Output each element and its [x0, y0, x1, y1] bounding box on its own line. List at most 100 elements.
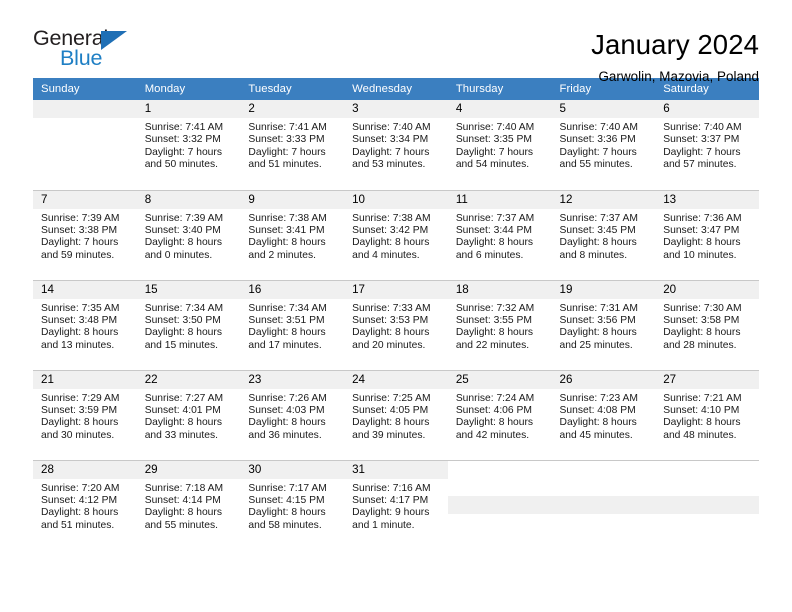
calendar-day-cell[interactable]: 28 Sunrise: 7:20 AM Sunset: 4:12 PM Dayligh… [33, 459, 137, 550]
calendar-day-cell[interactable]: 7 Sunrise: 7:39 AM Sunset: 3:38 PM Daylight… [33, 189, 137, 280]
sunset-text: Sunset: 3:56 PM [559, 314, 636, 326]
sunrise-text: Sunrise: 7:24 AM [455, 392, 535, 404]
calendar-day-cell[interactable]: 4 Sunrise: 7:40 AM Sunset: 3:35 PM Daylight… [447, 100, 552, 190]
calendar-cell-blank [551, 459, 656, 550]
sunset-text: Sunset: 4:14 PM [144, 494, 221, 506]
calendar-day-cell[interactable]: 26 Sunrise: 7:23 AM Sunset: 4:08 PM Dayligh… [551, 369, 656, 460]
daylight-text-line1: Daylight: 8 hours [144, 327, 222, 339]
calendar-day-cell[interactable]: 12 Sunrise: 7:37 AM Sunset: 3:45 PM Dayligh… [551, 189, 656, 280]
sunset-text: Sunset: 3:42 PM [352, 224, 429, 236]
daylight-text-line1: Daylight: 8 hours [41, 507, 119, 519]
calendar-day-cell[interactable]: 27 Sunrise: 7:21 AM Sunset: 4:10 PM Dayligh… [655, 369, 759, 460]
day-number: 1 [136, 100, 241, 118]
calendar-day-cell[interactable]: 20 Sunrise: 7:30 AM Sunset: 3:58 PM Dayligh… [655, 279, 759, 370]
sunset-text: Sunset: 3:37 PM [663, 134, 740, 146]
calendar-day-cell[interactable]: 18 Sunrise: 7:32 AM Sunset: 3:55 PM Dayligh… [447, 279, 552, 370]
sunset-text: Sunset: 4:01 PM [144, 404, 221, 416]
day-number: 2 [240, 100, 345, 118]
calendar-week-row: 1 Sunrise: 7:41 AM Sunset: 3:32 PM Daylight… [33, 100, 759, 190]
calendar-day-cell[interactable]: 10 Sunrise: 7:38 AM Sunset: 3:42 PM Dayligh… [344, 189, 448, 280]
calendar-day-cell[interactable]: 2 Sunrise: 7:41 AM Sunset: 3:33 PM Daylight… [240, 100, 345, 190]
daylight-text-line2: and 8 minutes. [559, 249, 628, 261]
day-number [33, 100, 137, 118]
day-sun-info: Sunrise: 7:40 AM Sunset: 3:35 PM Daylight:… [448, 118, 552, 172]
calendar-day-cell[interactable]: 1 Sunrise: 7:41 AM Sunset: 3:32 PM Daylight… [136, 100, 241, 190]
calendar-day-cell[interactable] [33, 100, 137, 190]
sunset-text: Sunset: 3:50 PM [144, 314, 221, 326]
general-blue-logo: General Blue [33, 27, 139, 72]
calendar-day-cell[interactable]: 22 Sunrise: 7:27 AM Sunset: 4:01 PM Dayligh… [136, 369, 241, 460]
calendar-day-cell[interactable]: 23 Sunrise: 7:26 AM Sunset: 4:03 PM Dayligh… [240, 369, 345, 460]
calendar-day-cell[interactable]: 16 Sunrise: 7:34 AM Sunset: 3:51 PM Dayligh… [240, 279, 345, 370]
day-number: 24 [344, 370, 448, 389]
day-number: 5 [551, 100, 656, 118]
daylight-text-line2: and 28 minutes. [663, 339, 737, 351]
calendar-day-cell[interactable]: 19 Sunrise: 7:31 AM Sunset: 3:56 PM Dayligh… [551, 279, 656, 370]
calendar-day-cell[interactable]: 30 Sunrise: 7:17 AM Sunset: 4:15 PM Dayligh… [240, 459, 345, 550]
day-sun-info: Sunrise: 7:25 AM Sunset: 4:05 PM Daylight:… [344, 389, 448, 443]
day-number: 21 [33, 370, 137, 389]
sunrise-text: Sunrise: 7:18 AM [144, 482, 224, 494]
calendar-day-cell[interactable]: 3 Sunrise: 7:40 AM Sunset: 3:34 PM Daylight… [344, 100, 448, 190]
sunset-text: Sunset: 4:15 PM [248, 494, 325, 506]
daylight-text-line2: and 51 minutes. [41, 519, 115, 531]
sunset-text: Sunset: 4:10 PM [663, 404, 740, 416]
daylight-text-line2: and 45 minutes. [559, 429, 633, 441]
day-number: 14 [33, 280, 137, 299]
calendar-page: General Blue January 2024 Garwolin, Mazo… [0, 0, 792, 612]
calendar-day-cell[interactable]: 11 Sunrise: 7:37 AM Sunset: 3:44 PM Dayligh… [447, 189, 552, 280]
day-sun-info: Sunrise: 7:21 AM Sunset: 4:10 PM Daylight:… [655, 389, 759, 443]
daylight-text-line2: and 55 minutes. [144, 519, 218, 531]
calendar-day-cell[interactable]: 15 Sunrise: 7:34 AM Sunset: 3:50 PM Dayligh… [136, 279, 241, 370]
sunset-text: Sunset: 3:36 PM [559, 134, 636, 146]
calendar-day-cell[interactable]: 21 Sunrise: 7:29 AM Sunset: 3:59 PM Dayligh… [33, 369, 137, 460]
day-sun-info: Sunrise: 7:30 AM Sunset: 3:58 PM Daylight:… [655, 299, 759, 353]
day-sun-info: Sunrise: 7:33 AM Sunset: 3:53 PM Daylight:… [344, 299, 448, 353]
daylight-text-line2: and 48 minutes. [663, 429, 737, 441]
calendar-day-cell[interactable]: 31 Sunrise: 7:16 AM Sunset: 4:17 PM Dayligh… [344, 459, 448, 550]
day-sun-info: Sunrise: 7:26 AM Sunset: 4:03 PM Daylight:… [240, 389, 344, 443]
page-header: General Blue January 2024 Garwolin, Mazo… [33, 0, 759, 83]
calendar-day-cell[interactable]: 14 Sunrise: 7:35 AM Sunset: 3:48 PM Dayligh… [33, 279, 137, 370]
daylight-text-line1: Daylight: 8 hours [663, 417, 741, 429]
day-number: 8 [136, 190, 241, 209]
sunrise-text: Sunrise: 7:38 AM [352, 212, 431, 224]
daylight-text-line2: and 50 minutes. [144, 159, 218, 171]
sunrise-text: Sunrise: 7:41 AM [248, 122, 327, 133]
daylight-text-line1: Daylight: 8 hours [144, 417, 222, 429]
daylight-text-line2: and 4 minutes. [352, 249, 420, 261]
sunset-text: Sunset: 3:47 PM [663, 224, 740, 236]
day-number: 22 [136, 370, 241, 389]
sunrise-text: Sunrise: 7:23 AM [559, 392, 638, 404]
calendar-day-cell[interactable]: 8 Sunrise: 7:39 AM Sunset: 3:40 PM Daylight… [136, 189, 241, 280]
daylight-text-line2: and 39 minutes. [352, 429, 426, 441]
day-number: 29 [136, 460, 241, 479]
calendar-week-row: 28 Sunrise: 7:20 AM Sunset: 4:12 PM Dayligh… [33, 459, 759, 550]
day-number: 10 [344, 190, 448, 209]
sunset-text: Sunset: 3:32 PM [144, 134, 221, 146]
sunset-text: Sunset: 3:34 PM [352, 134, 429, 146]
calendar-day-cell[interactable]: 6 Sunrise: 7:40 AM Sunset: 3:37 PM Daylight… [655, 100, 759, 190]
daylight-text-line1: Daylight: 8 hours [248, 237, 326, 249]
day-number: 15 [136, 280, 241, 299]
daylight-text-line1: Daylight: 8 hours [144, 237, 222, 249]
calendar-day-cell[interactable]: 24 Sunrise: 7:25 AM Sunset: 4:05 PM Dayligh… [344, 369, 448, 460]
sunset-text: Sunset: 4:05 PM [352, 404, 429, 416]
day-number: 16 [240, 280, 345, 299]
daylight-text-line1: Daylight: 8 hours [663, 237, 741, 249]
daylight-text-line2: and 10 minutes. [663, 249, 737, 261]
calendar-day-cell[interactable]: 5 Sunrise: 7:40 AM Sunset: 3:36 PM Daylight… [551, 100, 656, 190]
calendar-day-cell[interactable]: 17 Sunrise: 7:33 AM Sunset: 3:53 PM Dayligh… [344, 279, 448, 370]
day-sun-info: Sunrise: 7:17 AM Sunset: 4:15 PM Daylight:… [240, 479, 344, 533]
daylight-text-line2: and 54 minutes. [455, 159, 530, 171]
day-sun-info: Sunrise: 7:35 AM Sunset: 3:48 PM Daylight:… [33, 299, 137, 353]
calendar-day-cell[interactable]: 13 Sunrise: 7:36 AM Sunset: 3:47 PM Dayligh… [655, 189, 759, 280]
daylight-text-line2: and 20 minutes. [352, 339, 426, 351]
daylight-text-line1: Daylight: 8 hours [559, 327, 637, 339]
daylight-text-line2: and 2 minutes. [248, 249, 316, 261]
calendar-day-cell[interactable]: 9 Sunrise: 7:38 AM Sunset: 3:41 PM Daylight… [240, 189, 345, 280]
calendar-day-cell[interactable]: 25 Sunrise: 7:24 AM Sunset: 4:06 PM Dayligh… [447, 369, 552, 460]
calendar-day-cell[interactable]: 29 Sunrise: 7:18 AM Sunset: 4:14 PM Dayligh… [136, 459, 241, 550]
daylight-text-line1: Daylight: 7 hours [352, 146, 430, 158]
daylight-text-line2: and 17 minutes. [248, 339, 322, 351]
